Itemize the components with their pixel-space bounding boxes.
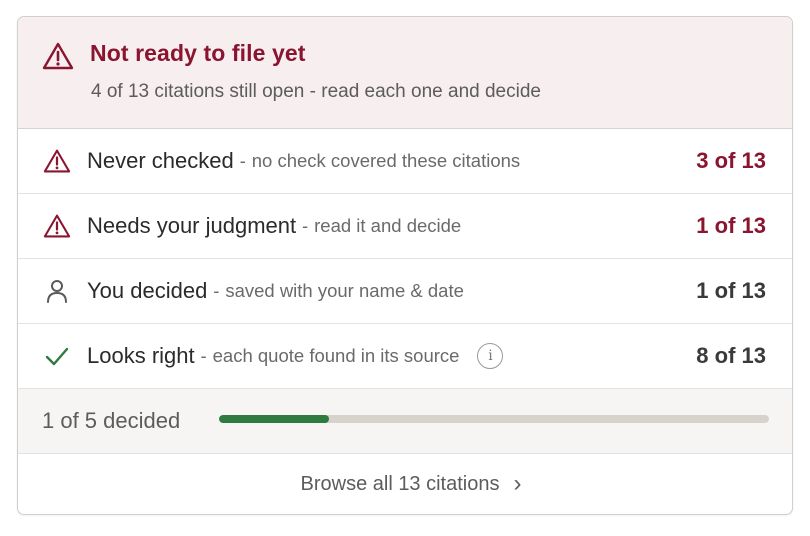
row-description: read it and decide <box>314 215 462 236</box>
row-count: 8 of 13 <box>696 343 766 368</box>
status-row-needs-judgment[interactable]: Needs your judgment - read it and decide… <box>18 194 792 259</box>
row-label: Never checked <box>87 148 234 173</box>
chevron-right-icon: › <box>513 470 522 497</box>
status-row-looks-right[interactable]: Looks right - each quote found in its so… <box>18 324 792 389</box>
browse-label: Browse all 13 citations <box>300 472 500 495</box>
warning-triangle-icon <box>43 214 71 238</box>
not-ready-alert: Not ready to file yet 4 of 13 citations … <box>18 17 792 129</box>
row-separator: - <box>200 345 207 366</box>
row-label: Looks right <box>87 343 195 368</box>
row-description: each quote found in its source <box>212 345 460 366</box>
progress-fill <box>219 415 329 423</box>
person-icon <box>47 280 67 303</box>
row-label: You decided <box>87 278 208 303</box>
info-icon[interactable]: i <box>477 343 504 369</box>
row-count: 1 of 13 <box>696 213 766 238</box>
row-label: Needs your judgment <box>87 213 297 238</box>
row-count: 3 of 13 <box>696 148 766 173</box>
citation-status-card: Not ready to file yet 4 of 13 citations … <box>17 16 793 515</box>
checkmark-icon <box>45 347 69 366</box>
alert-title: Not ready to file yet <box>90 40 306 66</box>
browse-all-citations-link[interactable]: Browse all 13 citations › <box>18 454 792 514</box>
decision-progress: 1 of 5 decided <box>18 389 792 454</box>
progress-label: 1 of 5 decided <box>42 408 181 433</box>
row-count: 1 of 13 <box>696 278 766 303</box>
row-separator: - <box>239 150 246 171</box>
warning-triangle-icon <box>42 42 74 70</box>
alert-subtitle: 4 of 13 citations still open - read each… <box>91 81 541 102</box>
row-description: no check covered these citations <box>251 150 521 171</box>
row-separator: - <box>213 280 220 301</box>
status-row-never-checked[interactable]: Never checked - no check covered these c… <box>18 129 792 194</box>
warning-triangle-icon <box>43 149 71 173</box>
row-description: saved with your name & date <box>225 280 464 301</box>
progress-track <box>219 415 769 423</box>
row-separator: - <box>302 215 309 236</box>
status-row-you-decided[interactable]: You decided - saved with your name & dat… <box>18 259 792 324</box>
